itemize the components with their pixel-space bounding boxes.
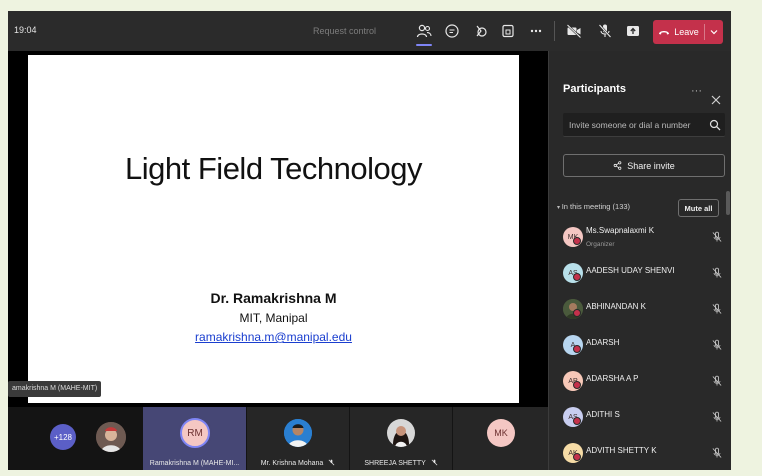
person-photo-icon xyxy=(284,419,312,447)
mic-off-icon[interactable] xyxy=(711,339,723,351)
mic-off-icon[interactable] xyxy=(711,411,723,423)
toolbar-divider xyxy=(554,21,555,41)
status-badge xyxy=(573,453,581,461)
status-badge xyxy=(573,381,581,389)
participant-name: AADESH UDAY SHENVI xyxy=(586,266,675,275)
meeting-timer: 19:04 xyxy=(14,25,37,35)
leave-main[interactable]: Leave xyxy=(653,20,704,44)
participant-row[interactable]: ABHINANDAN K xyxy=(559,295,727,325)
mic-off-icon[interactable] xyxy=(596,22,614,40)
participant-avatar: A xyxy=(563,335,583,355)
participant-avatar: RM xyxy=(180,418,210,448)
mic-off-icon[interactable] xyxy=(711,231,723,243)
presenter-name-tag: amakrishna M (MAHE-MIT) xyxy=(8,381,102,397)
participant-name: ADVITH SHETTY K xyxy=(586,446,657,455)
share-screen-icon[interactable] xyxy=(624,22,642,40)
video-tile[interactable]: SHREEJA SHETTY xyxy=(350,407,452,470)
leave-button[interactable]: Leave xyxy=(653,20,723,44)
share-invite-label: Share invite xyxy=(627,160,675,171)
leave-options-chevron[interactable] xyxy=(705,20,723,44)
invite-search-input[interactable] xyxy=(563,113,701,137)
participant-avatar-photo xyxy=(387,419,415,447)
rooms-icon[interactable] xyxy=(499,22,517,40)
phone-hangup-icon xyxy=(659,31,670,35)
participant-name: ADARSHA A P xyxy=(586,374,639,383)
panel-more-options-icon[interactable]: ··· xyxy=(691,86,702,97)
shared-content-stage: Light Field Technology Dr. Ramakrishna M… xyxy=(8,51,548,407)
participant-row[interactable]: A ADARSH xyxy=(559,331,727,361)
participant-avatar: AK xyxy=(563,443,583,463)
status-badge xyxy=(573,237,581,245)
status-badge xyxy=(573,309,581,317)
participant-row[interactable]: AK ADVITH SHETTY K xyxy=(559,439,727,469)
video-tile-name: Ramakrishna M (MAHE-MI... xyxy=(149,460,240,467)
participant-avatar-photo xyxy=(284,419,312,447)
chat-icon[interactable] xyxy=(443,22,461,40)
participant-row[interactable]: MK Ms.Swapnalaxmi K Organizer xyxy=(559,223,727,253)
slide-email-link[interactable]: ramakrishna.m@manipal.edu xyxy=(28,330,519,344)
teams-meeting-window: 19:04 Request control Leave Light Field … xyxy=(8,11,731,470)
participant-avatar: MK xyxy=(563,227,583,247)
participant-video-thumbnail[interactable] xyxy=(96,422,126,452)
participant-row[interactable]: AS AADESH UDAY SHENVI xyxy=(559,259,727,289)
in-meeting-count: In this meeting (133) xyxy=(561,202,631,211)
chevron-down-icon xyxy=(710,30,718,35)
slide-author: Dr. Ramakrishna M xyxy=(210,290,337,306)
video-tile-active-speaker[interactable]: RM Ramakrishna M (MAHE-MI... xyxy=(143,407,246,470)
participant-name: ADITHI S xyxy=(586,410,620,419)
presentation-slide: Light Field Technology Dr. Ramakrishna M… xyxy=(28,55,519,403)
video-tile-name: Mr. Krishna Mohana xyxy=(247,459,349,467)
person-photo-icon xyxy=(96,422,126,452)
request-control-button[interactable]: Request control xyxy=(313,26,376,36)
mute-all-button[interactable]: Mute all xyxy=(678,199,719,217)
mic-off-icon[interactable] xyxy=(711,303,723,315)
video-tile-name-text: SHREEJA SHETTY xyxy=(364,460,426,467)
active-tab-indicator xyxy=(416,44,432,46)
video-gallery: +128 RM Ramakrishna M (MAHE-MI... Mr. Kr… xyxy=(8,407,548,470)
participant-row[interactable]: AS ADITHI S xyxy=(559,403,727,433)
mic-off-icon xyxy=(328,459,335,466)
person-photo-icon xyxy=(387,419,415,447)
search-icon[interactable] xyxy=(709,119,721,131)
participant-avatar: AS xyxy=(563,407,583,427)
meeting-toolbar: 19:04 Request control Leave xyxy=(8,11,731,51)
mic-off-icon[interactable] xyxy=(711,375,723,387)
participants-panel: Participants ··· Share invite ▾ In this … xyxy=(548,51,731,470)
participant-role: Organizer xyxy=(586,241,615,248)
participant-name: Ms.Swapnalaxmi K xyxy=(586,226,655,235)
reactions-icon[interactable] xyxy=(471,22,489,40)
slide-affiliation: MIT, Manipal xyxy=(239,311,308,325)
share-icon xyxy=(613,161,622,170)
participant-name: ABHINANDAN K xyxy=(586,302,647,311)
status-badge xyxy=(573,345,581,353)
participant-avatar xyxy=(563,299,583,319)
camera-off-icon[interactable] xyxy=(565,22,583,40)
participant-avatar: AP xyxy=(563,371,583,391)
participant-avatar: MK xyxy=(487,419,515,447)
mic-off-icon[interactable] xyxy=(711,267,723,279)
video-tile[interactable]: MK xyxy=(453,407,548,470)
video-tile[interactable]: Mr. Krishna Mohana xyxy=(247,407,349,470)
participant-name: ADARSH xyxy=(586,338,620,347)
mic-off-icon[interactable] xyxy=(711,447,723,459)
in-meeting-section-toggle[interactable]: ▾ In this meeting (133) xyxy=(557,202,630,211)
share-invite-button[interactable]: Share invite xyxy=(563,154,725,177)
status-badge xyxy=(573,417,581,425)
participants-title: Participants xyxy=(563,83,626,95)
participant-avatar: AS xyxy=(563,263,583,283)
close-icon[interactable] xyxy=(709,93,723,107)
more-actions-icon[interactable] xyxy=(527,22,545,40)
slide-title: Light Field Technology xyxy=(125,151,422,186)
person-photo-icon xyxy=(563,299,583,319)
overflow-participants-badge[interactable]: +128 xyxy=(50,424,76,450)
leave-label: Leave xyxy=(674,27,699,37)
invite-search-field[interactable] xyxy=(563,113,725,137)
people-icon[interactable] xyxy=(415,22,433,40)
status-badge xyxy=(573,273,581,281)
mic-off-icon xyxy=(431,459,438,466)
participant-row[interactable]: AP ADARSHA A P xyxy=(559,367,727,397)
participants-scrollbar[interactable] xyxy=(726,191,730,215)
video-tile-name-text: Mr. Krishna Mohana xyxy=(260,460,324,467)
video-tile-name: SHREEJA SHETTY xyxy=(350,459,452,467)
